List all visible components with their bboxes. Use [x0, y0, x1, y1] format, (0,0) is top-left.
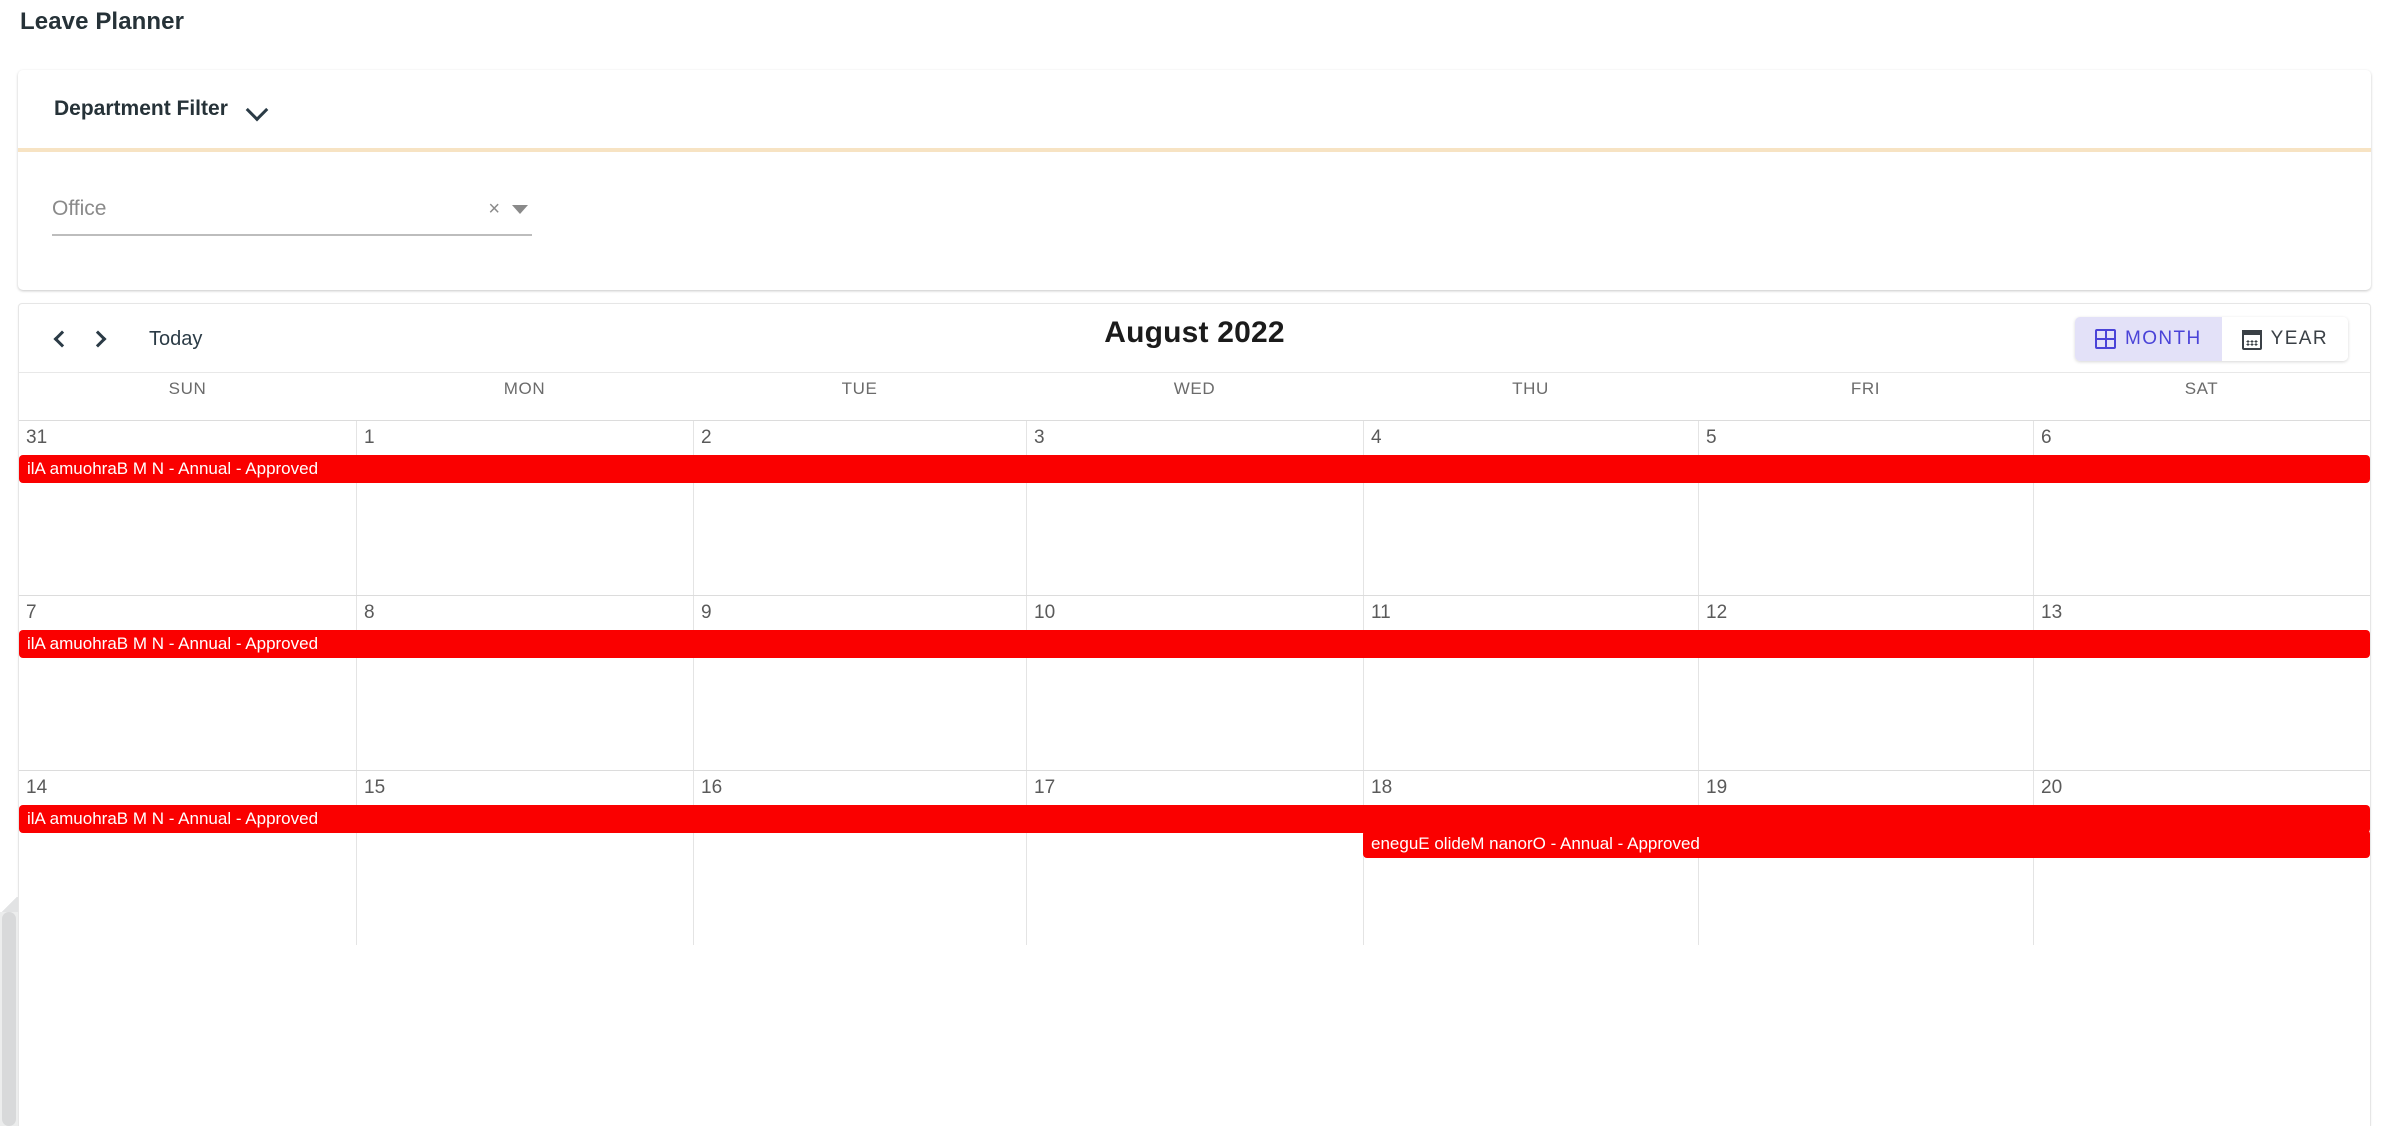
calendar-icon — [2241, 330, 2262, 350]
month-view-label: MONTH — [2125, 328, 2202, 349]
calendar-day-cell[interactable]: 6 — [2033, 421, 2370, 595]
page-title: Leave Planner — [20, 8, 185, 35]
day-number: 11 — [1371, 602, 1391, 623]
calendar-day-cell[interactable]: 7 — [19, 596, 356, 770]
calendar-day-cell[interactable]: 16 — [693, 771, 1026, 945]
calendar-event[interactable]: ilA amuohraB M N - Annual - Approved — [19, 805, 2370, 833]
day-number: 4 — [1371, 427, 1382, 448]
scrollbar-thumb[interactable] — [2, 912, 16, 1126]
scrollbar-corner — [0, 897, 18, 913]
day-number: 10 — [1034, 602, 1056, 623]
calendar-day-cell[interactable]: 31 — [19, 421, 356, 595]
day-number: 17 — [1034, 777, 1056, 798]
calendar-event[interactable]: ilA amuohraB M N - Annual - Approved — [19, 455, 2370, 483]
day-number: 6 — [2041, 427, 2052, 448]
calendar-weeks: 31 1 2 3 4 5 6 ilA amuohraB M N - Annual - Appr… — [19, 420, 2370, 945]
calendar-toolbar: Today August 2022 MONTH YEAR — [19, 304, 2370, 372]
weekday-header-sat: SAT — [2184, 379, 2219, 398]
day-number: 3 — [1034, 427, 1045, 448]
department-select[interactable]: Office × — [52, 184, 532, 236]
calendar-day-cell[interactable]: 4 — [1363, 421, 1698, 595]
calendar-day-cell[interactable]: 8 — [356, 596, 693, 770]
grid-icon — [2095, 329, 2116, 349]
day-number: 14 — [26, 777, 48, 798]
day-number: 12 — [1706, 602, 1728, 623]
caret-down-icon[interactable] — [512, 204, 528, 214]
weekday-header-mon: MON — [503, 379, 546, 398]
department-filter-card: Department Filter Office × APPLY CLEAR — [18, 70, 2371, 290]
day-number: 19 — [1706, 777, 1728, 798]
weekday-header-row: SUN MON TUE WED THU FRI SAT — [19, 372, 2370, 420]
chevron-down-icon[interactable] — [246, 98, 268, 120]
leave-calendar: Today August 2022 MONTH YEAR SUN MON TUE WE… — [18, 303, 2371, 1126]
calendar-day-cell[interactable]: 17 — [1026, 771, 1363, 945]
department-select-value: Office — [52, 197, 107, 220]
calendar-week-row: 31 1 2 3 4 5 6 ilA amuohraB M N - Annual - Appr… — [19, 420, 2370, 595]
calendar-day-cell[interactable]: 2 — [693, 421, 1026, 595]
day-number: 8 — [364, 602, 375, 623]
calendar-day-cell[interactable]: 12 — [1698, 596, 2033, 770]
day-number: 20 — [2041, 777, 2063, 798]
calendar-event[interactable]: eneguE olideM nanorO - Annual - Approved — [1363, 830, 2370, 858]
day-number: 15 — [364, 777, 386, 798]
weekday-header-tue: TUE — [841, 379, 878, 398]
tab-month-view[interactable]: MONTH — [2075, 317, 2222, 361]
day-number: 9 — [701, 602, 712, 623]
day-number: 13 — [2041, 602, 2063, 623]
year-view-label: YEAR — [2270, 328, 2328, 349]
calendar-title: August 2022 — [1104, 316, 1285, 349]
weekday-header-thu: THU — [1512, 379, 1549, 398]
view-toggle-group: MONTH YEAR — [2075, 317, 2348, 361]
calendar-day-cell[interactable]: 5 — [1698, 421, 2033, 595]
department-filter-label: Department Filter — [54, 97, 228, 120]
calendar-day-cell[interactable]: 18 — [1363, 771, 1698, 945]
day-number: 18 — [1371, 777, 1393, 798]
filter-body: Office × APPLY CLEAR — [18, 152, 2371, 290]
day-number: 1 — [364, 427, 375, 448]
calendar-day-cell[interactable]: 15 — [356, 771, 693, 945]
weekday-header-wed: WED — [1173, 379, 1216, 398]
calendar-day-cell[interactable]: 19 — [1698, 771, 2033, 945]
calendar-day-cell[interactable]: 13 — [2033, 596, 2370, 770]
department-filter-header[interactable]: Department Filter — [18, 70, 2371, 148]
day-number: 7 — [26, 602, 37, 623]
calendar-week-row: 14 15 16 17 18 19 20 ilA amuohraB M N - Annual … — [19, 770, 2370, 945]
calendar-day-cell[interactable]: 20 — [2033, 771, 2370, 945]
clear-selection-icon[interactable]: × — [482, 198, 506, 221]
calendar-day-cell[interactable]: 10 — [1026, 596, 1363, 770]
calendar-week-row: 7 8 9 10 11 12 13 ilA amuohraB M N - Annual - A… — [19, 595, 2370, 770]
day-number: 5 — [1706, 427, 1717, 448]
calendar-day-cell[interactable]: 14 — [19, 771, 356, 945]
calendar-day-cell[interactable]: 1 — [356, 421, 693, 595]
weekday-header-fri: FRI — [1850, 379, 1881, 398]
vertical-scrollbar[interactable] — [0, 912, 18, 1126]
day-number: 2 — [701, 427, 712, 448]
day-number: 31 — [26, 427, 48, 448]
day-number: 16 — [701, 777, 723, 798]
calendar-day-cell[interactable]: 3 — [1026, 421, 1363, 595]
calendar-event[interactable]: ilA amuohraB M N - Annual - Approved — [19, 630, 2370, 658]
calendar-day-cell[interactable]: 9 — [693, 596, 1026, 770]
tab-year-view[interactable]: YEAR — [2221, 317, 2348, 361]
weekday-header-sun: SUN — [168, 379, 207, 398]
calendar-day-cell[interactable]: 11 — [1363, 596, 1698, 770]
